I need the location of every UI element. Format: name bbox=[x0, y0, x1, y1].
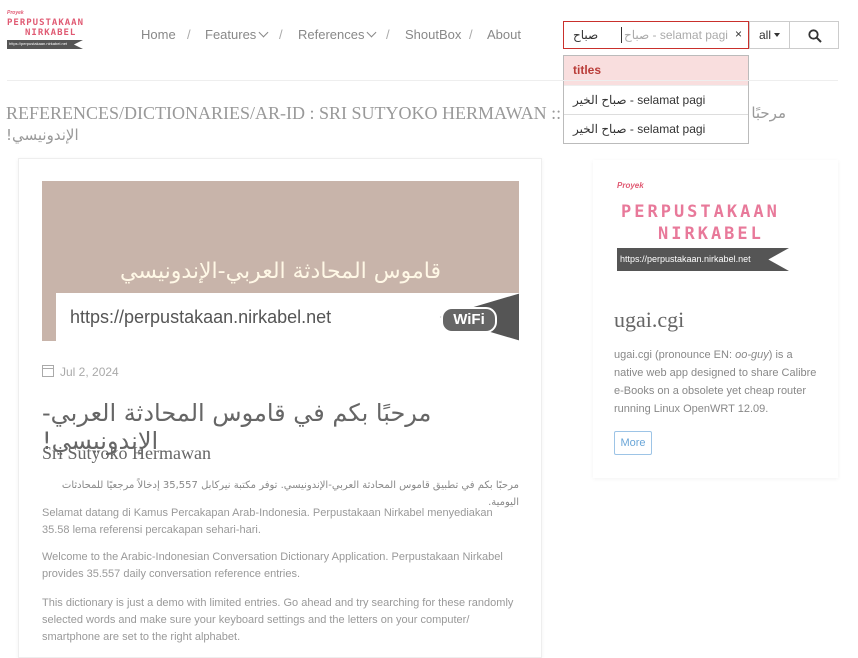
post-card: قاموس المحادثة العربي-الإندونيسي https:/… bbox=[18, 158, 542, 658]
post-paragraph-english: Welcome to the Arabic-Indonesian Convers… bbox=[42, 551, 503, 580]
page-title-main: REFERENCES/DICTIONARIES/AR-ID : SRI SUTY… bbox=[6, 103, 562, 123]
search-icon bbox=[808, 29, 822, 43]
caret-down-icon bbox=[774, 33, 780, 37]
search-value: صباح bbox=[573, 28, 599, 42]
sidebar-logo-band: https://perpustakaan.nirkabel.net bbox=[617, 248, 789, 271]
post-date-text: Jul 2, 2024 bbox=[60, 365, 119, 379]
nav-separator: / bbox=[386, 27, 390, 42]
page-title-arabic-line2: الإندونيسي! bbox=[6, 126, 79, 144]
nav-features[interactable]: Features bbox=[205, 27, 269, 42]
logo-line2: NIRKABEL bbox=[25, 28, 77, 38]
calendar-icon bbox=[42, 365, 54, 377]
search-placeholder: صباح - selamat pagi bbox=[624, 28, 728, 42]
site-logo[interactable]: Proyek PERPUSTAKAAN NIRKABEL https://per… bbox=[7, 10, 99, 52]
logo-url-band: https://perpustakaan.nirkabel.net bbox=[7, 40, 83, 49]
nav-separator: / bbox=[279, 27, 283, 42]
nav-separator: / bbox=[187, 27, 191, 42]
logo-url: https://perpustakaan.nirkabel.net bbox=[9, 41, 68, 46]
post-date: Jul 2, 2024 bbox=[42, 364, 119, 379]
logo-line1: PERPUSTAKAAN bbox=[7, 18, 85, 28]
post-banner-image[interactable]: قاموس المحادثة العربي-الإندونيسي https:/… bbox=[42, 181, 519, 341]
sidebar-logo-line2: NIRKABEL bbox=[658, 224, 764, 244]
post-paragraph-demo: This dictionary is just a demo with limi… bbox=[42, 597, 514, 643]
post-paragraph-indonesian: Selamat datang di Kamus Percakapan Arab-… bbox=[42, 507, 493, 536]
chevron-down-icon bbox=[367, 27, 377, 38]
nav-about[interactable]: About bbox=[487, 27, 521, 42]
text-caret bbox=[621, 27, 622, 43]
sidebar-logo-small-label: Proyek bbox=[617, 181, 644, 190]
search-scope-label: all bbox=[758, 28, 771, 42]
search-suggestions: titles صباح الخير - selamat pagi صباح ال… bbox=[563, 55, 749, 144]
page-title: REFERENCES/DICTIONARIES/AR-ID : SRI SUTY… bbox=[6, 103, 786, 144]
wifi-badge: WiFi bbox=[441, 307, 497, 333]
sidebar-title[interactable]: ugai.cgi bbox=[614, 307, 684, 333]
post-author: Sri Sutyoko Hermawan bbox=[42, 443, 211, 463]
sidebar-logo[interactable]: Proyek PERPUSTAKAAN NIRKABEL https://per… bbox=[617, 178, 817, 278]
sidebar-logo-line1: PERPUSTAKAAN bbox=[621, 202, 780, 222]
nav-shoutbox[interactable]: ShoutBox bbox=[405, 27, 461, 42]
suggestions-header: titles bbox=[564, 56, 748, 86]
logo-small-label: Proyek bbox=[7, 10, 24, 16]
nav-references[interactable]: References bbox=[298, 27, 377, 42]
suggestion-arabic: صباح الخير bbox=[573, 122, 627, 136]
chevron-down-icon bbox=[258, 27, 269, 38]
clear-icon[interactable]: × bbox=[735, 27, 742, 41]
sidebar-card: Proyek PERPUSTAKAAN NIRKABEL https://per… bbox=[593, 160, 838, 478]
nav-home[interactable]: Home bbox=[141, 27, 176, 42]
sidebar-logo-url: https://perpustakaan.nirkabel.net bbox=[620, 254, 751, 264]
sidebar-description: ugai.cgi (pronounce EN: oo-guy) is a nat… bbox=[614, 346, 824, 418]
more-button[interactable]: More bbox=[614, 431, 652, 455]
banner-arabic-title: قاموس المحادثة العربي-الإندونيسي bbox=[119, 259, 441, 284]
suggestion-latin: - selamat pagi bbox=[626, 122, 706, 136]
header-divider bbox=[7, 80, 838, 81]
search-scope-dropdown[interactable]: all bbox=[749, 21, 790, 49]
nav-references-label: References bbox=[298, 27, 365, 42]
nav-features-label: Features bbox=[205, 27, 257, 42]
search-button[interactable] bbox=[789, 21, 839, 49]
banner-url: https://perpustakaan.nirkabel.net bbox=[70, 307, 332, 327]
search-input[interactable]: صباح صباح - selamat pagi × bbox=[563, 21, 749, 49]
sidebar-desc-part1: ugai.cgi (pronounce EN: bbox=[614, 349, 736, 361]
nav-separator: / bbox=[469, 27, 473, 42]
sidebar-desc-italic: oo-guy bbox=[735, 349, 769, 361]
page-title-arabic: مرحبًا bbox=[751, 104, 786, 122]
